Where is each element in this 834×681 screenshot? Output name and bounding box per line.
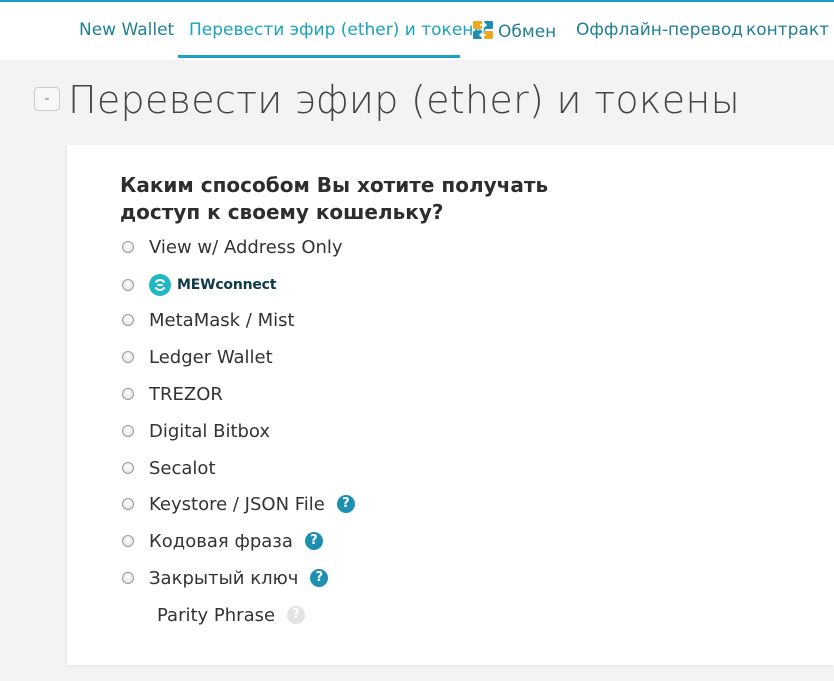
page-title: Перевести эфир (ether) и токены (68, 78, 740, 122)
option-trezor[interactable]: TREZOR (122, 382, 223, 406)
top-nav: New Wallet Перевести эфир (ether) и токе… (0, 0, 834, 60)
option-label: TREZOR (149, 383, 223, 405)
option-label: Secalot (149, 457, 216, 479)
mewconnect-icon (149, 274, 171, 296)
option-label: Ledger Wallet (149, 346, 273, 368)
help-icon[interactable]: ? (304, 532, 323, 550)
option-label: MetaMask / Mist (149, 309, 295, 331)
option-label: Parity Phrase (157, 604, 276, 626)
help-icon[interactable]: ? (310, 569, 329, 587)
nav-tab-swap[interactable]: Обмен (472, 20, 556, 45)
radio-button[interactable] (122, 572, 134, 584)
option-label: Keystore / JSON File (149, 493, 325, 515)
radio-button[interactable] (122, 425, 134, 437)
collapse-button[interactable]: - (34, 87, 60, 111)
option-keystore-json-file[interactable]: Keystore / JSON File ? (122, 492, 355, 516)
help-icon[interactable]: ? (287, 606, 306, 624)
option-ledger-wallet[interactable]: Ledger Wallet (122, 345, 273, 369)
mewconnect-logo: MEWconnect (149, 274, 276, 296)
radio-button[interactable] (122, 351, 134, 363)
option-label: Кодовая фраза (149, 530, 293, 552)
option-mewconnect[interactable]: MEWconnect (122, 273, 276, 297)
help-icon[interactable]: ? (336, 495, 355, 513)
radio-button[interactable] (122, 314, 134, 326)
option-digital-bitbox[interactable]: Digital Bitbox (122, 419, 270, 443)
radio-button[interactable] (122, 388, 134, 400)
nav-tab-contracts[interactable]: контракт (746, 20, 829, 40)
nav-tab-send-ether-tokens[interactable]: Перевести эфир (ether) и токены (189, 20, 487, 40)
active-tab-underline (178, 55, 460, 58)
option-label: Digital Bitbox (149, 420, 271, 442)
swap-icon (472, 20, 494, 45)
radio-button[interactable] (122, 279, 134, 291)
nav-tab-swap-label: Обмен (498, 22, 557, 42)
radio-button[interactable] (122, 498, 134, 510)
option-parity-phrase[interactable]: Parity Phrase ? (157, 603, 306, 627)
mewconnect-wordmark: MEWconnect (177, 277, 277, 293)
option-mnemonic-phrase[interactable]: Кодовая фраза ? (122, 529, 323, 553)
radio-button[interactable] (122, 535, 134, 547)
nav-tab-new-wallet[interactable]: New Wallet (79, 20, 174, 40)
radio-button[interactable] (122, 241, 134, 253)
option-secalot[interactable]: Secalot (122, 456, 216, 480)
nav-tab-offline-transaction[interactable]: Оффлайн-перевод (576, 20, 743, 40)
option-label: View w/ Address Only (149, 236, 343, 258)
wallet-access-card: Каким способом Вы хотите получать доступ… (67, 145, 834, 665)
option-metamask-mist[interactable]: MetaMask / Mist (122, 308, 295, 332)
option-label: Закрытый ключ (149, 567, 299, 589)
option-private-key[interactable]: Закрытый ключ ? (122, 566, 329, 590)
option-view-address-only[interactable]: View w/ Address Only (122, 235, 343, 259)
access-method-question: Каким способом Вы хотите получать доступ… (120, 173, 549, 224)
radio-button[interactable] (122, 462, 134, 474)
